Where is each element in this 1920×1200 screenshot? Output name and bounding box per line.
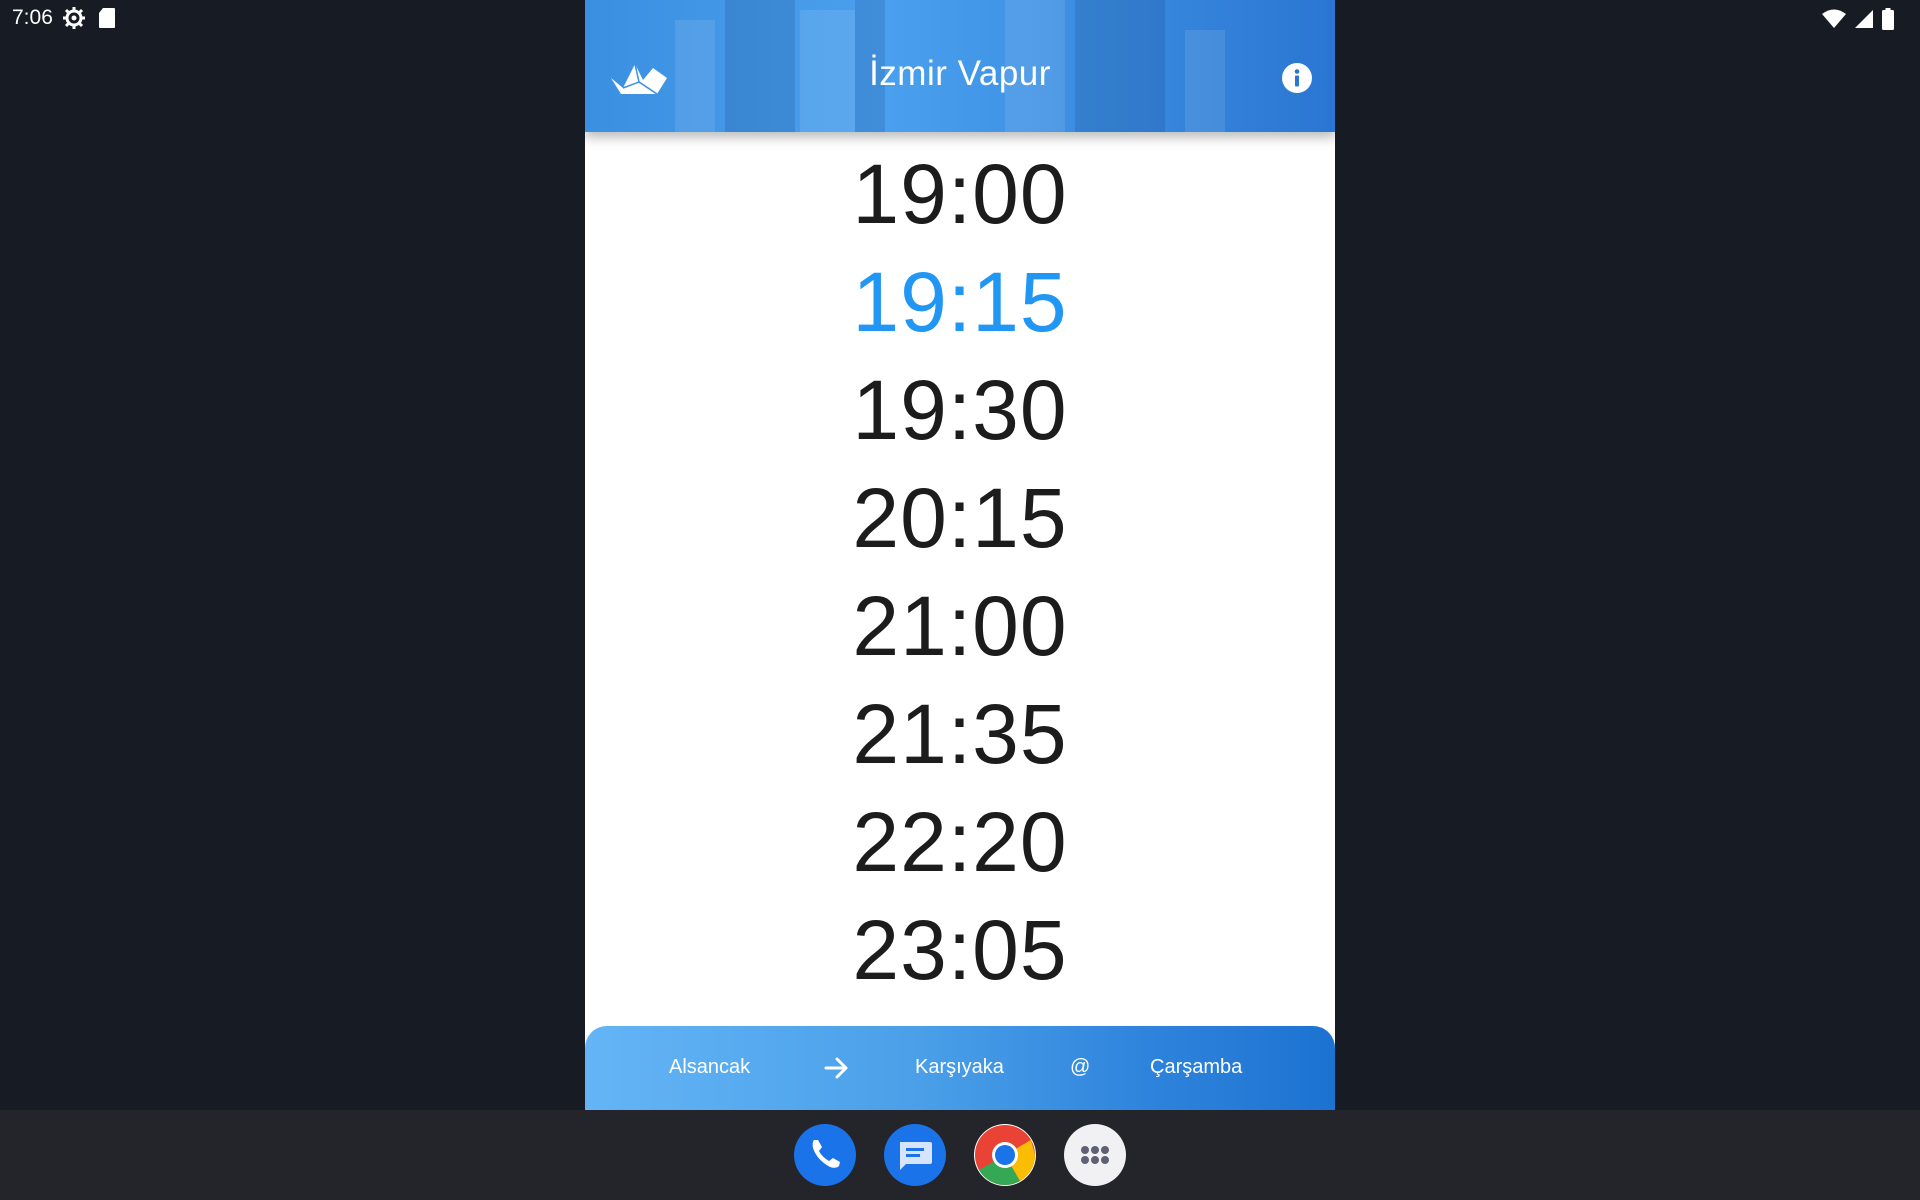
departure-time-item[interactable]: 20:15 (585, 464, 1335, 572)
app-window: İzmir Vapur 19:00 19:15 19:30 20:15 21:0… (585, 0, 1335, 1110)
departure-time-item[interactable]: 21:00 (585, 572, 1335, 680)
app-drawer-icon (1064, 1146, 1126, 1190)
arrow-right-icon (823, 1057, 851, 1087)
phone-icon (794, 1140, 856, 1190)
dock-chrome-app[interactable] (974, 1124, 1036, 1186)
dock-app-drawer[interactable] (1064, 1124, 1126, 1186)
departure-time-item[interactable]: 19:00 (585, 140, 1335, 248)
cell-signal-icon (1854, 9, 1874, 34)
dock-phone-app[interactable] (794, 1124, 856, 1186)
departure-time-item[interactable]: 22:20 (585, 788, 1335, 896)
info-icon (1281, 63, 1313, 98)
sd-card-icon (98, 7, 116, 34)
route-selector-bar: Alsancak Karşıyaka @ Çarşamba (585, 1026, 1335, 1110)
wifi-icon (1822, 9, 1846, 34)
status-left-icons (62, 6, 116, 35)
settings-gear-icon (62, 6, 86, 35)
route-destination-button[interactable]: Karşıyaka (915, 1056, 1004, 1079)
route-origin-button[interactable]: Alsancak (669, 1056, 750, 1079)
taskbar-dock (0, 1110, 1920, 1200)
departure-time-item-next[interactable]: 19:15 (585, 248, 1335, 356)
departure-time-item[interactable]: 23:05 (585, 896, 1335, 1004)
dock-messages-app[interactable] (884, 1124, 946, 1186)
messages-icon (884, 1142, 946, 1190)
android-screen: 7:06 İzmir Vapur 19:00 19:15 19:30 20:15… (0, 0, 1920, 1200)
departure-time-list: 19:00 19:15 19:30 20:15 21:00 21:35 22:2… (585, 140, 1335, 1004)
route-day-button[interactable]: Çarşamba (1150, 1056, 1242, 1079)
route-at-separator: @ (1070, 1056, 1091, 1078)
battery-icon (1882, 8, 1894, 35)
departure-time-item[interactable]: 21:35 (585, 680, 1335, 788)
app-bar: İzmir Vapur (585, 0, 1335, 132)
info-button[interactable] (1281, 62, 1313, 94)
swap-direction-button[interactable] (823, 1054, 851, 1088)
departure-time-item[interactable]: 19:30 (585, 356, 1335, 464)
status-time: 7:06 (12, 6, 53, 29)
chrome-icon (974, 1125, 1036, 1190)
app-title: İzmir Vapur (869, 54, 1051, 93)
status-right-icons (1822, 8, 1894, 35)
